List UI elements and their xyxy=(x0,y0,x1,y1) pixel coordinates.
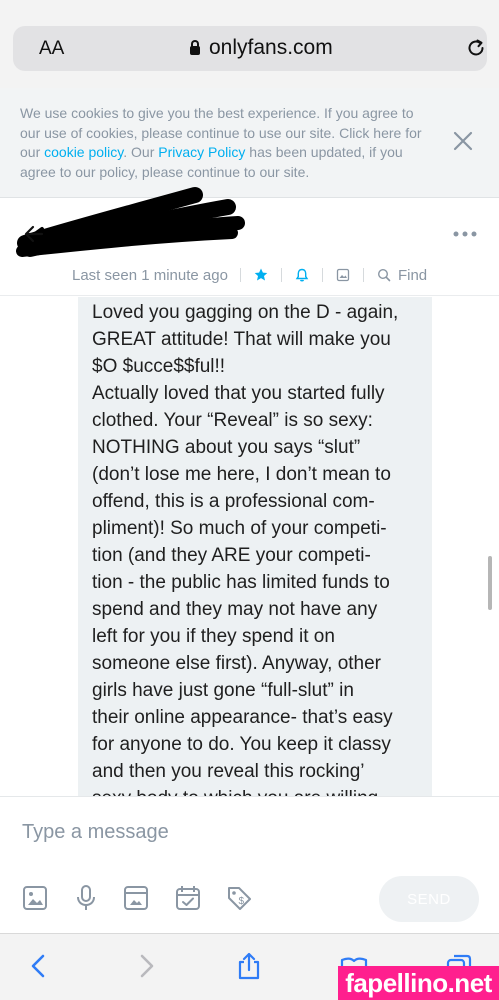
url-display[interactable]: onlyfans.com xyxy=(189,36,333,60)
divider xyxy=(239,268,241,282)
divider xyxy=(321,268,323,282)
svg-text:$: $ xyxy=(239,896,245,907)
last-seen-status: Last seen 1 minute ago xyxy=(72,266,228,284)
lock-icon xyxy=(189,40,201,56)
microphone-icon[interactable] xyxy=(73,884,99,912)
find-label: Find xyxy=(397,266,428,284)
browser-top-bar: AA onlyfans.com xyxy=(0,0,499,88)
chat-meta-row: Last seen 1 minute ago Find xyxy=(72,264,427,286)
more-dots-icon[interactable] xyxy=(453,231,477,237)
star-icon[interactable] xyxy=(253,267,269,283)
address-bar[interactable]: AA onlyfans.com xyxy=(13,26,487,71)
vault-icon[interactable] xyxy=(123,884,149,912)
media-icon[interactable] xyxy=(335,267,351,283)
find-button[interactable]: Find xyxy=(376,267,427,284)
watermark: fapellino.net xyxy=(338,966,499,1000)
image-icon[interactable] xyxy=(22,884,48,912)
domain-text: onlyfans.com xyxy=(209,36,333,59)
screen: AA onlyfans.com We use cookies to give y… xyxy=(0,0,499,1000)
text-size-button[interactable]: AA xyxy=(39,38,64,60)
cookie-text-part: . Our xyxy=(123,144,159,160)
share-icon[interactable] xyxy=(234,951,264,981)
close-icon[interactable] xyxy=(450,128,476,154)
message-list[interactable]: Loved you gagging on the D - again, GREA… xyxy=(0,297,499,796)
price-tag-icon[interactable]: $ xyxy=(226,884,252,912)
divider xyxy=(362,268,364,282)
message-text: Loved you gagging on the D - again, GREA… xyxy=(92,302,399,796)
back-icon[interactable] xyxy=(24,951,54,981)
search-icon xyxy=(377,268,391,282)
cookie-policy-link[interactable]: cookie policy xyxy=(44,144,123,160)
back-arrow-icon[interactable] xyxy=(22,222,46,246)
scrollbar-thumb[interactable] xyxy=(488,556,492,610)
schedule-icon[interactable] xyxy=(175,884,201,912)
cookie-banner: We use cookies to give you the best expe… xyxy=(0,88,499,198)
send-button[interactable]: SEND xyxy=(379,876,479,922)
privacy-policy-link[interactable]: Privacy Policy xyxy=(158,144,245,160)
divider xyxy=(280,268,282,282)
forward-icon[interactable] xyxy=(131,951,161,981)
bell-icon[interactable] xyxy=(294,267,310,283)
cookie-message: We use cookies to give you the best expe… xyxy=(20,104,430,182)
reload-icon[interactable] xyxy=(465,37,487,59)
message-input[interactable] xyxy=(22,817,462,847)
